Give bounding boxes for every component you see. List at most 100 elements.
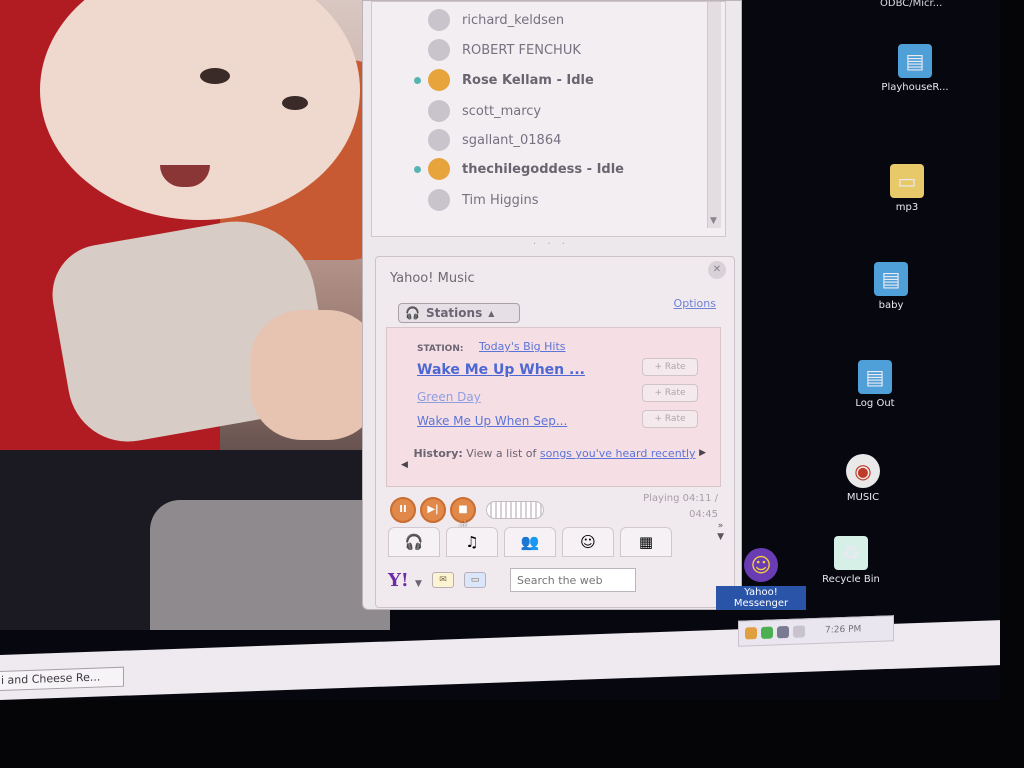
close-icon[interactable]: ✕: [708, 261, 726, 279]
file-icon: ▤: [898, 44, 932, 78]
now-playing-panel: STATION: Today's Big Hits Wake Me Up Whe…: [386, 327, 721, 487]
desktop-icon-label-top: ODBC/Micr...: [880, 0, 943, 9]
desktop-icon-label: PlayhouseR...: [881, 82, 949, 93]
taskbar-window-button[interactable]: i and Cheese Re...: [0, 666, 124, 692]
monitor-screen: ODBC/Micr... richard_keldsen ROBERT FENC…: [0, 0, 1000, 700]
tab-games[interactable]: ☺: [562, 527, 614, 557]
playing-total: 04:45: [689, 509, 718, 520]
desktop-icon-label: mp3: [895, 202, 919, 213]
contact-item[interactable]: ROBERT FENCHUK: [372, 38, 581, 62]
rate-artist-button[interactable]: + Rate: [642, 384, 698, 402]
system-tray: 7:26 PM: [738, 615, 894, 647]
contact-item[interactable]: scott_marcy: [372, 99, 541, 123]
song-title-link[interactable]: Wake Me Up When ...: [417, 362, 585, 378]
tab-music[interactable]: 🎧: [388, 527, 440, 557]
file-icon: ▤: [874, 262, 908, 296]
tab-contacts[interactable]: 👥: [504, 527, 556, 557]
recycle-bin-icon: ♻: [834, 536, 868, 570]
contact-item[interactable]: richard_keldsen: [372, 8, 564, 32]
playing-time: Playing 04:11 / 04:45: [643, 491, 718, 523]
history-next-arrow-icon[interactable]: ▶: [699, 448, 706, 458]
tray-volume-icon[interactable]: [777, 625, 789, 639]
contact-item[interactable]: Tim Higgins: [372, 188, 538, 212]
file-icon: ▤: [858, 360, 892, 394]
online-smiley-icon: [428, 158, 450, 180]
desktop-icon-music[interactable]: ◉ MUSIC: [818, 454, 908, 503]
contact-name: scott_marcy: [462, 103, 542, 119]
chevron-down-icon: ▲: [488, 308, 495, 318]
contact-name: richard_keldsen: [462, 12, 565, 28]
offline-status-icon: [428, 9, 450, 31]
history-prefix: History:: [413, 447, 463, 460]
station-name-link[interactable]: Today's Big Hits: [479, 340, 566, 353]
mail-icon[interactable]: ✉: [431, 572, 454, 588]
desktop-icon-mp3[interactable]: ▭ mp3: [862, 164, 952, 213]
contact-name: Rose Kellam - Idle: [462, 72, 594, 88]
playing-label: Playing: [643, 493, 680, 504]
messenger-tabs: 🎧 ♫ 👥 ☺ ▦: [388, 527, 693, 559]
scroll-down-arrow-icon[interactable]: ▼: [710, 216, 717, 226]
offline-status-icon: [428, 100, 450, 122]
desktop-icon-logout[interactable]: ▤ Log Out: [830, 360, 920, 409]
artist-link[interactable]: Green Day: [417, 390, 481, 404]
desktop-icon-playhouse[interactable]: ▤ PlayhouseR...: [870, 44, 960, 93]
messenger-bottom-bar: Y! ▼ ✉ ▭: [388, 565, 728, 595]
offline-status-icon: [428, 129, 450, 151]
pause-button[interactable]: II: [390, 497, 416, 523]
online-smiley-icon: [428, 69, 450, 91]
contact-item[interactable]: sgallant_01864: [372, 128, 561, 152]
desktop-icon-label: Log Out: [855, 398, 895, 409]
next-track-button[interactable]: ▶|: [420, 497, 446, 523]
yahoo-music-panel: Yahoo! Music ✕ 🎧 Stations ▲ Options STAT…: [375, 256, 735, 608]
contact-name: thechilegoddess - Idle: [462, 161, 624, 177]
offline-status-icon: [428, 39, 450, 61]
options-link[interactable]: Options: [674, 297, 716, 310]
tray-network-icon[interactable]: [761, 626, 773, 639]
tab-photos[interactable]: ▦: [620, 527, 672, 557]
desktop-icon-yahoo-messenger[interactable]: ☺ Yahoo! Messenger: [716, 548, 806, 610]
history-link[interactable]: songs you've heard recently: [540, 447, 696, 460]
station-label: STATION:: [417, 344, 464, 354]
desktop-icon-label: Yahoo! Messenger: [716, 586, 806, 610]
chevron-down-icon: ▼: [415, 578, 422, 589]
contacts-icon: 👥: [520, 533, 540, 551]
headphones-icon: 🎧: [405, 306, 420, 320]
contact-list: richard_keldsen ROBERT FENCHUK Rose Kell…: [371, 1, 726, 237]
tray-messenger-icon[interactable]: [745, 627, 757, 640]
search-input[interactable]: [509, 568, 636, 592]
smiley-icon: ☺: [580, 533, 596, 551]
contact-item[interactable]: Rose Kellam - Idle: [372, 68, 594, 92]
contact-list-scrollbar[interactable]: ▼: [707, 2, 721, 228]
folder-icon: ▭: [890, 164, 924, 198]
address-book-icon[interactable]: ▭: [463, 572, 486, 588]
stations-button[interactable]: 🎧 Stations ▲: [398, 303, 520, 323]
contact-name: Tim Higgins: [462, 192, 539, 208]
yahoo-messenger-window: richard_keldsen ROBERT FENCHUK Rose Kell…: [362, 0, 742, 610]
history-text: History: View a list of songs you've hea…: [397, 446, 712, 462]
presence-pip-icon: [414, 166, 421, 173]
offline-status-icon: [428, 189, 450, 211]
volume-slider[interactable]: [486, 501, 544, 519]
contact-name: sgallant_01864: [462, 132, 562, 148]
yahoo-logo[interactable]: Y! ▼: [388, 570, 422, 591]
contact-name: ROBERT FENCHUK: [462, 42, 581, 58]
tab-launchcast[interactable]: ♫: [446, 527, 498, 557]
stations-label: Stations: [425, 306, 483, 320]
rate-song-button[interactable]: + Rate: [642, 358, 698, 376]
taskbar-clock[interactable]: 7:26 PM: [825, 624, 861, 635]
album-link[interactable]: Wake Me Up When Sep...: [417, 414, 567, 428]
desktop-icon-baby[interactable]: ▤ baby: [846, 262, 936, 311]
music-panel-title: Yahoo! Music: [390, 271, 475, 286]
contact-item[interactable]: thechilegoddess - Idle: [372, 157, 624, 181]
yahoo-logo-text: Y!: [388, 569, 409, 591]
playing-elapsed: 04:11 /: [682, 493, 718, 504]
desktop-icon-label: MUSIC: [846, 492, 880, 503]
desktop-icon-label: baby: [878, 300, 904, 311]
tray-security-icon[interactable]: [793, 625, 805, 638]
tabs-overflow-icon[interactable]: » ▼: [717, 521, 724, 543]
pane-resize-handle[interactable]: · · ·: [533, 239, 569, 250]
history-body: View a list of: [466, 447, 537, 460]
presence-pip-icon: [414, 77, 421, 84]
desktop-icon-recycle-bin[interactable]: ♻ Recycle Bin: [806, 536, 896, 585]
rate-album-button[interactable]: + Rate: [642, 410, 698, 428]
